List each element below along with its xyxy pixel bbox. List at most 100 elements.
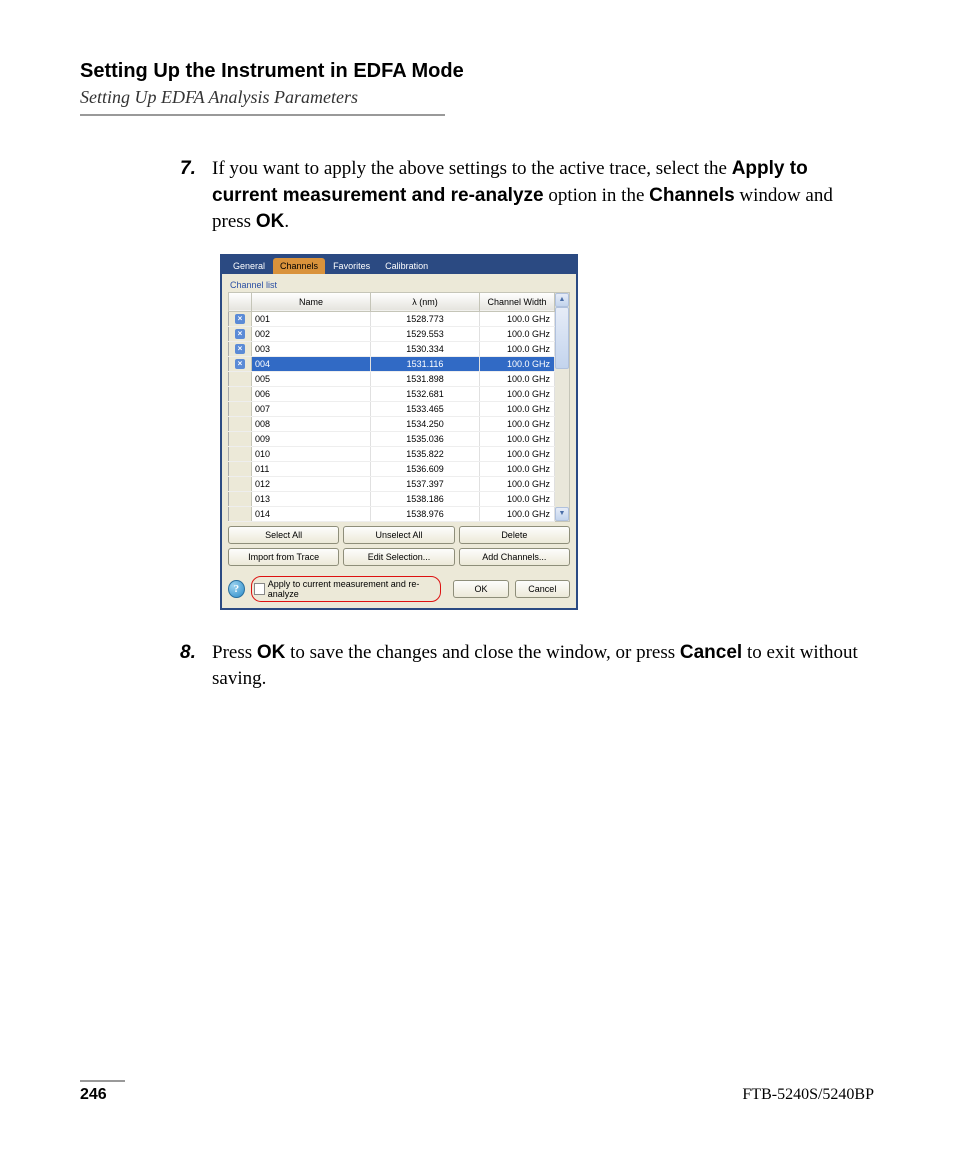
row-marker[interactable] <box>229 401 252 416</box>
row-marker[interactable] <box>229 431 252 446</box>
cell-name: 014 <box>252 506 371 521</box>
cell-width: 100.0 GHz <box>480 431 555 446</box>
row-marker[interactable] <box>229 491 252 506</box>
table-row[interactable]: 0061532.681100.0 GHz <box>229 386 555 401</box>
scroll-up-icon[interactable]: ▲ <box>555 293 569 307</box>
page-number: 246 <box>80 1086 107 1104</box>
cell-lambda: 1536.609 <box>371 461 480 476</box>
cell-name: 008 <box>252 416 371 431</box>
table-row[interactable]: 0101535.822100.0 GHz <box>229 446 555 461</box>
scroll-down-icon[interactable]: ▼ <box>555 507 569 521</box>
cell-lambda: 1530.334 <box>371 341 480 356</box>
cell-width: 100.0 GHz <box>480 326 555 341</box>
page-model: FTB-5240S/5240BP <box>742 1086 874 1104</box>
step-7: 7. If you want to apply the above settin… <box>180 156 874 236</box>
cell-lambda: 1534.250 <box>371 416 480 431</box>
cell-name: 006 <box>252 386 371 401</box>
cell-lambda: 1538.186 <box>371 491 480 506</box>
ok-button[interactable]: OK <box>453 580 508 598</box>
cell-name: 011 <box>252 461 371 476</box>
cell-name: 009 <box>252 431 371 446</box>
table-row[interactable]: 0121537.397100.0 GHz <box>229 476 555 491</box>
step-8-b2: Cancel <box>680 642 742 663</box>
cell-name: 010 <box>252 446 371 461</box>
cell-lambda: 1537.397 <box>371 476 480 491</box>
table-row[interactable]: 0081534.250100.0 GHz <box>229 416 555 431</box>
cell-width: 100.0 GHz <box>480 446 555 461</box>
tab-favorites[interactable]: Favorites <box>326 258 377 274</box>
apply-reanalyze-checkbox[interactable] <box>254 583 265 595</box>
channel-table[interactable]: Name λ (nm) Channel Width ×0011528.77310… <box>228 292 555 522</box>
row-marker[interactable]: × <box>229 326 252 341</box>
cell-lambda: 1535.036 <box>371 431 480 446</box>
x-icon: × <box>235 314 245 324</box>
row-marker[interactable] <box>229 371 252 386</box>
cell-name: 005 <box>252 371 371 386</box>
col-width: Channel Width <box>480 292 555 311</box>
header-rule <box>80 114 445 116</box>
tab-general[interactable]: General <box>226 258 272 274</box>
step-8-t2: to save the changes and close the window… <box>285 642 680 663</box>
tab-calibration[interactable]: Calibration <box>378 258 435 274</box>
step-7-number: 7. <box>180 156 212 236</box>
cell-lambda: 1532.681 <box>371 386 480 401</box>
row-marker[interactable] <box>229 506 252 521</box>
table-row[interactable]: ×0041531.116100.0 GHz <box>229 356 555 371</box>
row-marker[interactable]: × <box>229 356 252 371</box>
tab-channels[interactable]: Channels <box>273 258 325 274</box>
cell-width: 100.0 GHz <box>480 386 555 401</box>
table-row[interactable]: 0111536.609100.0 GHz <box>229 461 555 476</box>
table-row[interactable]: ×0011528.773100.0 GHz <box>229 311 555 326</box>
cell-name: 007 <box>252 401 371 416</box>
table-row[interactable]: 0131538.186100.0 GHz <box>229 491 555 506</box>
cell-width: 100.0 GHz <box>480 341 555 356</box>
edit-selection-button[interactable]: Edit Selection... <box>343 548 454 566</box>
delete-button[interactable]: Delete <box>459 526 570 544</box>
table-row[interactable]: 0071533.465100.0 GHz <box>229 401 555 416</box>
step-7-t2: option in the <box>544 185 650 206</box>
step-7-b2: Channels <box>649 185 735 206</box>
row-marker[interactable]: × <box>229 311 252 326</box>
cell-lambda: 1535.822 <box>371 446 480 461</box>
x-icon: × <box>235 359 245 369</box>
cell-width: 100.0 GHz <box>480 311 555 326</box>
step-8: 8. Press OK to save the changes and clos… <box>180 640 874 693</box>
import-from-trace-button[interactable]: Import from Trace <box>228 548 339 566</box>
page-footer: 246 FTB-5240S/5240BP <box>80 1086 874 1104</box>
page-header-subtitle: Setting Up EDFA Analysis Parameters <box>80 87 874 108</box>
apply-reanalyze-label: Apply to current measurement and re-anal… <box>268 579 435 599</box>
unselect-all-button[interactable]: Unselect All <box>343 526 454 544</box>
table-row[interactable]: 0051531.898100.0 GHz <box>229 371 555 386</box>
cell-width: 100.0 GHz <box>480 371 555 386</box>
table-row[interactable]: 0091535.036100.0 GHz <box>229 431 555 446</box>
cell-lambda: 1538.976 <box>371 506 480 521</box>
cancel-button[interactable]: Cancel <box>515 580 570 598</box>
step-8-number: 8. <box>180 640 212 693</box>
add-channels-button[interactable]: Add Channels... <box>459 548 570 566</box>
table-row[interactable]: ×0031530.334100.0 GHz <box>229 341 555 356</box>
help-icon[interactable]: ? <box>228 580 245 598</box>
cell-lambda: 1528.773 <box>371 311 480 326</box>
cell-name: 002 <box>252 326 371 341</box>
cell-width: 100.0 GHz <box>480 416 555 431</box>
table-row[interactable]: 0141538.976100.0 GHz <box>229 506 555 521</box>
cell-name: 013 <box>252 491 371 506</box>
cell-width: 100.0 GHz <box>480 491 555 506</box>
row-marker[interactable] <box>229 461 252 476</box>
x-icon: × <box>235 344 245 354</box>
row-marker[interactable] <box>229 416 252 431</box>
row-marker[interactable] <box>229 386 252 401</box>
table-scrollbar[interactable]: ▲ ▼ <box>555 292 570 522</box>
col-select <box>229 292 252 311</box>
cell-width: 100.0 GHz <box>480 401 555 416</box>
cell-width: 100.0 GHz <box>480 461 555 476</box>
scroll-thumb[interactable] <box>555 307 569 369</box>
col-name: Name <box>252 292 371 311</box>
row-marker[interactable] <box>229 446 252 461</box>
select-all-button[interactable]: Select All <box>228 526 339 544</box>
cell-name: 012 <box>252 476 371 491</box>
cell-width: 100.0 GHz <box>480 506 555 521</box>
row-marker[interactable] <box>229 476 252 491</box>
table-row[interactable]: ×0021529.553100.0 GHz <box>229 326 555 341</box>
row-marker[interactable]: × <box>229 341 252 356</box>
